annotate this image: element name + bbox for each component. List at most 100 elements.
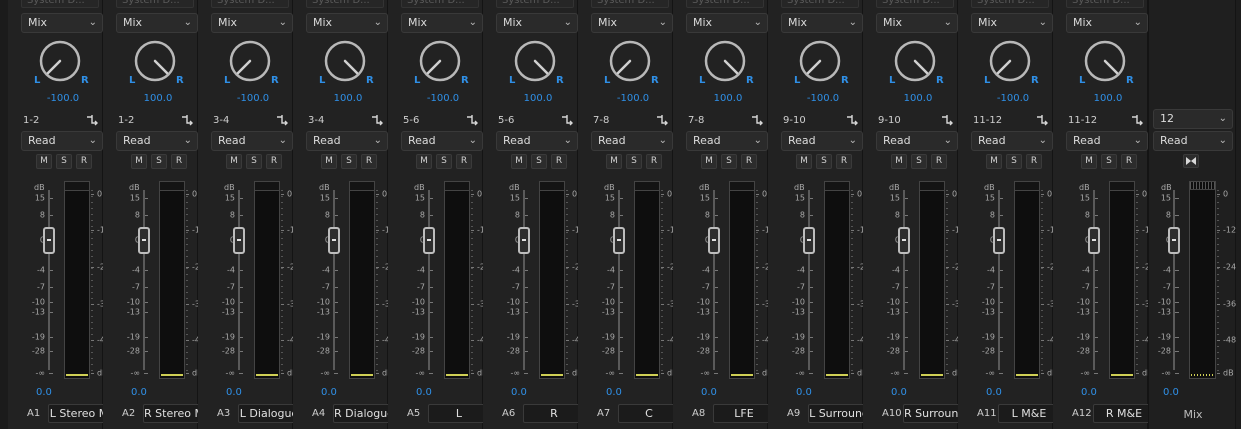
volume-value[interactable]: 0.0 [1081,387,1097,398]
volume-value[interactable]: 0.0 [321,387,337,398]
master-channel-count-dropdown[interactable]: 12 ⌄ [1153,109,1233,129]
pan-value[interactable]: -100.0 [598,93,668,104]
automation-mode-dropdown[interactable]: Read ⌄ [21,131,103,151]
output-mix-dropdown[interactable]: Mix ⌄ [116,13,198,33]
record-button[interactable]: R [551,154,567,169]
automation-mode-dropdown[interactable]: Read ⌄ [971,131,1053,151]
record-button[interactable]: R [266,154,282,169]
stereo-link-icon[interactable] [1183,154,1199,168]
solo-button[interactable]: S [151,154,167,169]
pan-value[interactable]: -100.0 [218,93,288,104]
input-device-dropdown[interactable]: System D... [21,0,99,8]
fader-track[interactable] [48,190,50,370]
automation-mode-dropdown[interactable]: Read ⌄ [876,131,958,151]
pan-value[interactable]: 100.0 [503,93,573,104]
peak-indicator[interactable] [445,182,469,191]
peak-indicator[interactable] [1190,182,1215,190]
record-button[interactable]: R [76,154,92,169]
track-name-field[interactable]: LFE [713,404,775,423]
volume-fader[interactable] [803,227,815,254]
fader-track[interactable] [808,190,810,370]
volume-fader[interactable] [1168,227,1180,254]
peak-indicator[interactable] [255,182,279,191]
mute-button[interactable]: M [796,154,812,169]
pan-value[interactable]: 100.0 [123,93,193,104]
routing-icon[interactable] [846,114,858,126]
peak-indicator[interactable] [1110,182,1134,191]
automation-mode-dropdown[interactable]: Read ⌄ [686,131,768,151]
volume-fader[interactable] [233,227,245,254]
routing-icon[interactable] [371,114,383,126]
pan-value[interactable]: 100.0 [693,93,763,104]
peak-indicator[interactable] [825,182,849,191]
record-button[interactable]: R [741,154,757,169]
output-mix-dropdown[interactable]: Mix ⌄ [591,13,673,33]
automation-mode-dropdown[interactable]: Read ⌄ [116,131,198,151]
volume-value[interactable]: 0.0 [131,387,147,398]
volume-fader[interactable] [43,227,55,254]
routing-icon[interactable] [751,114,763,126]
automation-mode-dropdown[interactable]: Read ⌄ [306,131,388,151]
output-mix-dropdown[interactable]: Mix ⌄ [306,13,388,33]
fader-track[interactable] [1093,190,1095,370]
input-device-dropdown[interactable]: System D... [401,0,479,8]
record-button[interactable]: R [646,154,662,169]
record-button[interactable]: R [1026,154,1042,169]
track-name-field[interactable]: R M&E [1093,404,1155,423]
pan-knob[interactable] [323,39,367,83]
pan-value[interactable]: -100.0 [978,93,1048,104]
pan-knob[interactable] [703,39,747,83]
automation-mode-dropdown[interactable]: Read ⌄ [1066,131,1148,151]
record-button[interactable]: R [836,154,852,169]
fader-track[interactable] [998,190,1000,370]
peak-indicator[interactable] [635,182,659,191]
master-automation-mode-dropdown[interactable]: Read ⌄ [1153,131,1233,151]
input-device-dropdown[interactable]: System D... [1066,0,1144,8]
input-device-dropdown[interactable]: System D... [781,0,859,8]
fader-track[interactable] [713,190,715,370]
peak-indicator[interactable] [540,182,564,191]
track-name-field[interactable]: L Stereo M [48,404,110,423]
output-mix-dropdown[interactable]: Mix ⌄ [876,13,958,33]
fader-track[interactable] [428,190,430,370]
track-name-field[interactable]: L [428,404,490,423]
volume-fader[interactable] [518,227,530,254]
routing-icon[interactable] [561,114,573,126]
fader-track[interactable] [1173,190,1175,370]
pan-knob[interactable] [893,39,937,83]
volume-value[interactable]: 0.0 [796,387,812,398]
track-name-field[interactable]: R Surround [903,404,965,423]
solo-button[interactable]: S [341,154,357,169]
pan-knob[interactable] [228,39,272,83]
volume-fader[interactable] [1088,227,1100,254]
track-name-field[interactable]: R Stereo M [143,404,205,423]
track-name-field[interactable]: L Dialogue [238,404,300,423]
peak-indicator[interactable] [65,182,89,191]
input-device-dropdown[interactable]: System D... [591,0,669,8]
volume-value[interactable]: 0.0 [226,387,242,398]
track-name-field[interactable]: R [523,404,585,423]
output-mix-dropdown[interactable]: Mix ⌄ [401,13,483,33]
output-mix-dropdown[interactable]: Mix ⌄ [1066,13,1148,33]
pan-value[interactable]: -100.0 [408,93,478,104]
track-name-field[interactable]: R Dialogue [333,404,395,423]
record-button[interactable]: R [1121,154,1137,169]
peak-indicator[interactable] [1015,182,1039,191]
mute-button[interactable]: M [606,154,622,169]
volume-fader[interactable] [613,227,625,254]
fader-track[interactable] [903,190,905,370]
mute-button[interactable]: M [986,154,1002,169]
pan-value[interactable]: 100.0 [883,93,953,104]
mute-button[interactable]: M [1081,154,1097,169]
volume-value[interactable]: 0.0 [416,387,432,398]
volume-fader[interactable] [138,227,150,254]
automation-mode-dropdown[interactable]: Read ⌄ [401,131,483,151]
mute-button[interactable]: M [891,154,907,169]
pan-knob[interactable] [38,39,82,83]
output-mix-dropdown[interactable]: Mix ⌄ [21,13,103,33]
volume-fader[interactable] [993,227,1005,254]
volume-value[interactable]: 0.0 [701,387,717,398]
record-button[interactable]: R [931,154,947,169]
input-device-dropdown[interactable]: System D... [116,0,194,8]
fader-track[interactable] [618,190,620,370]
